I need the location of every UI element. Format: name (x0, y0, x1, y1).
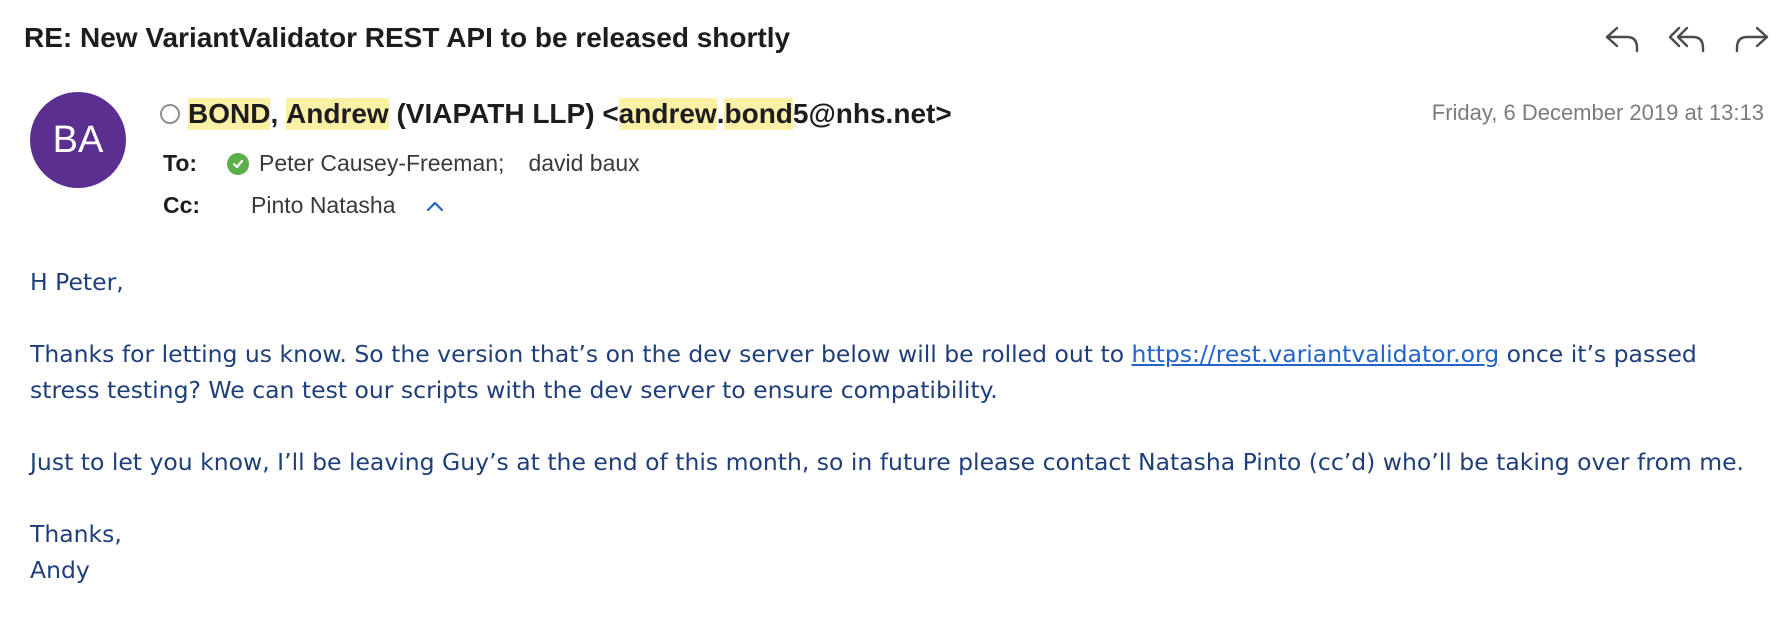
email-body: H Peter, Thanks for letting us know. So … (30, 264, 1760, 588)
forward-icon (1735, 26, 1769, 53)
to-recipient[interactable]: david baux (528, 150, 639, 177)
sender-line[interactable]: BOND, Andrew (VIAPATH LLP) < andrew. bond 5… (160, 98, 952, 130)
reply-all-icon (1668, 26, 1705, 53)
body-paragraph-2: Just to let you know, I’ll be leaving Gu… (30, 448, 1745, 476)
to-row: To: Peter Causey-Freeman; david baux (163, 150, 640, 177)
rest-api-link[interactable]: https://rest.variantvalidator.org (1132, 340, 1500, 368)
sender-surname: BOND (188, 98, 271, 130)
sent-date: Friday, 6 December 2019 at 13:13 (1431, 100, 1764, 125)
message-actions (1602, 20, 1772, 58)
sender-email-domain: 5@nhs.net> (792, 98, 952, 129)
body-signoff: Thanks, (30, 520, 122, 548)
to-recipient[interactable]: Peter Causey-Freeman; (259, 150, 504, 177)
collapse-chevron-up-icon[interactable] (425, 199, 445, 213)
unread-status-icon (160, 104, 180, 124)
to-label: To: (163, 150, 198, 176)
forward-button[interactable] (1730, 20, 1772, 58)
sender-org: (VIAPATH LLP) < (388, 98, 619, 129)
reply-icon (1605, 26, 1639, 53)
reply-button[interactable] (1602, 20, 1644, 58)
sender-comma: , (270, 98, 287, 129)
sender-email-user: andrew (618, 98, 717, 130)
cc-label: Cc: (163, 192, 201, 218)
sender-avatar: BA (30, 92, 126, 188)
cc-row: Cc: Pinto Natasha (163, 192, 445, 219)
body-greeting: H Peter, (30, 268, 124, 296)
sender-email-user2: bond (724, 98, 793, 130)
cc-recipient[interactable]: Pinto Natasha (251, 192, 395, 219)
email-subject: RE: New VariantValidator REST API to be … (24, 22, 791, 53)
body-paragraph-1: Thanks for letting us know. So the versi… (30, 336, 1760, 408)
body-signature: Andy (30, 556, 90, 584)
body-paragraph-1-text: Thanks for letting us know. So the versi… (30, 340, 1132, 368)
sender-given-name: Andrew (286, 98, 389, 130)
sender-email-dot: . (716, 98, 725, 129)
verified-check-icon (227, 152, 249, 175)
reply-all-button[interactable] (1666, 20, 1708, 58)
